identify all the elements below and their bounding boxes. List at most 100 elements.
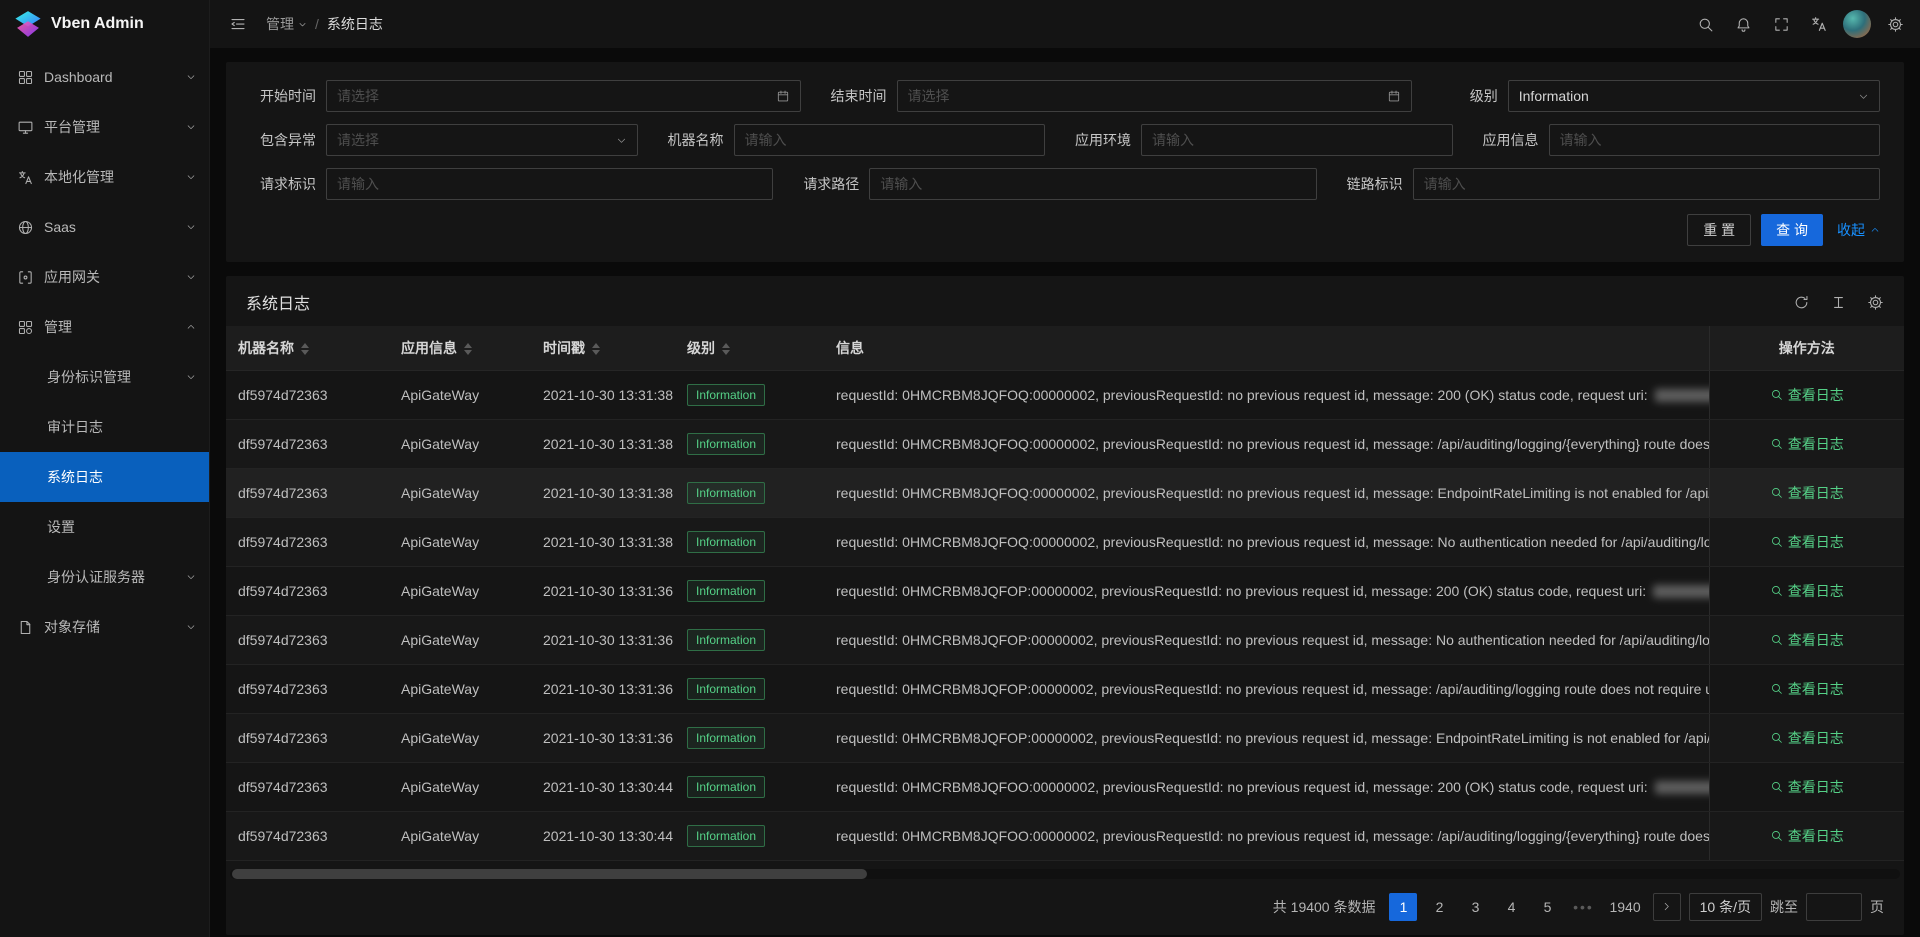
table-row[interactable]: df5974d72363ApiGateWay2021-10-30 13:31:3… <box>226 419 1904 468</box>
collapse-link[interactable]: 收起 <box>1837 220 1880 240</box>
table-row[interactable]: df5974d72363ApiGateWay2021-10-30 13:30:4… <box>226 811 1904 860</box>
page-size-select[interactable]: 10 条/页 <box>1689 893 1762 921</box>
col-timestamp[interactable]: 时间戳 <box>531 326 675 370</box>
search-icon[interactable] <box>1686 0 1724 48</box>
page-button-1[interactable]: 1 <box>1389 893 1417 921</box>
page-ellipsis[interactable]: ••• <box>1569 899 1597 915</box>
bell-icon[interactable] <box>1724 0 1762 48</box>
level-select[interactable]: Information <box>1508 80 1880 112</box>
start-time-picker[interactable] <box>326 80 801 112</box>
app-env-input[interactable] <box>1152 132 1442 148</box>
gateway-icon <box>17 269 34 286</box>
sidebar-item-management[interactable]: 管理 <box>0 302 209 352</box>
trace-id-field[interactable] <box>1413 168 1880 200</box>
refresh-icon[interactable] <box>1793 294 1810 311</box>
sidebar-item-gateway[interactable]: 应用网关 <box>0 252 209 302</box>
level-tag: Information <box>687 776 765 798</box>
col-level[interactable]: 级别 <box>675 326 824 370</box>
chevron-up-icon <box>1870 225 1880 235</box>
sort-icon[interactable] <box>464 343 472 355</box>
page-button-3[interactable]: 3 <box>1461 893 1489 921</box>
translate-icon[interactable] <box>1800 0 1838 48</box>
scrollbar-thumb[interactable] <box>232 869 867 879</box>
app-logo[interactable]: Vben Admin <box>0 0 209 48</box>
machine-name-group: 机器名称 <box>658 124 1066 156</box>
sidebar-item-dashboard[interactable]: Dashboard <box>0 52 209 102</box>
sidebar-menu: Dashboard 平台管理 本地化管理 <box>0 48 209 652</box>
view-log-link[interactable]: 查看日志 <box>1770 777 1844 797</box>
sidebar-item-object-storage[interactable]: 对象存储 <box>0 602 209 652</box>
view-log-link[interactable]: 查看日志 <box>1770 728 1844 748</box>
view-log-link[interactable]: 查看日志 <box>1770 434 1844 454</box>
row-height-icon[interactable] <box>1830 294 1847 311</box>
table-row[interactable]: df5974d72363ApiGateWay2021-10-30 13:31:3… <box>226 370 1904 419</box>
level-select-value: Information <box>1519 88 1589 104</box>
exception-select[interactable]: 请选择 <box>326 124 638 156</box>
fullscreen-icon[interactable] <box>1762 0 1800 48</box>
menu-item-label: 平台管理 <box>44 117 100 137</box>
view-log-link[interactable]: 查看日志 <box>1770 385 1844 405</box>
request-path-input[interactable] <box>880 176 1305 192</box>
page-button-4[interactable]: 4 <box>1497 893 1525 921</box>
trace-id-group: 链路标识 <box>1337 168 1880 200</box>
gear-icon[interactable] <box>1876 0 1914 48</box>
request-path-field[interactable] <box>869 168 1316 200</box>
sidebar-item-platform[interactable]: 平台管理 <box>0 102 209 152</box>
sort-icon[interactable] <box>301 343 309 355</box>
page-button-last[interactable]: 1940 <box>1605 893 1644 921</box>
table-row[interactable]: df5974d72363ApiGateWay2021-10-30 13:31:3… <box>226 615 1904 664</box>
sidebar-item-settings[interactable]: 设置 <box>0 502 209 552</box>
view-log-link[interactable]: 查看日志 <box>1770 826 1844 846</box>
trace-id-input[interactable] <box>1424 176 1869 192</box>
jump-page-input[interactable] <box>1806 893 1862 921</box>
table-row[interactable]: df5974d72363ApiGateWay2021-10-30 13:31:3… <box>226 468 1904 517</box>
sort-icon[interactable] <box>722 343 730 355</box>
sidebar-item-identity-management[interactable]: 身份标识管理 <box>0 352 209 402</box>
breadcrumb-section[interactable]: 管理 <box>266 14 307 34</box>
table-row[interactable]: df5974d72363ApiGateWay2021-10-30 13:31:3… <box>226 566 1904 615</box>
menu-item-label: 身份标识管理 <box>47 367 131 387</box>
page-button-2[interactable]: 2 <box>1425 893 1453 921</box>
search-button[interactable]: 查 询 <box>1761 214 1823 246</box>
view-log-link[interactable]: 查看日志 <box>1770 679 1844 699</box>
horizontal-scrollbar[interactable] <box>230 869 1900 879</box>
table-row[interactable]: df5974d72363ApiGateWay2021-10-30 13:30:4… <box>226 762 1904 811</box>
col-machine-name[interactable]: 机器名称 <box>226 326 389 370</box>
col-app-info[interactable]: 应用信息 <box>389 326 531 370</box>
view-log-link[interactable]: 查看日志 <box>1770 532 1844 552</box>
sidebar-item-localization[interactable]: 本地化管理 <box>0 152 209 202</box>
page-button-5[interactable]: 5 <box>1533 893 1561 921</box>
view-log-link[interactable]: 查看日志 <box>1770 483 1844 503</box>
app-info-input[interactable] <box>1560 132 1870 148</box>
app-info-field[interactable] <box>1549 124 1881 156</box>
column-settings-icon[interactable] <box>1867 294 1884 311</box>
app-env-field[interactable] <box>1141 124 1453 156</box>
start-time-input[interactable] <box>337 88 770 104</box>
breadcrumb-current: 系统日志 <box>327 14 383 34</box>
sort-icon[interactable] <box>592 343 600 355</box>
end-time-input[interactable] <box>908 88 1381 104</box>
sidebar-item-saas[interactable]: Saas <box>0 202 209 252</box>
level-tag: Information <box>687 580 765 602</box>
view-log-link[interactable]: 查看日志 <box>1770 581 1844 601</box>
sidebar-item-system-logs[interactable]: 系统日志 <box>0 452 209 502</box>
sidebar: Vben Admin Dashboard 平台管理 <box>0 0 210 937</box>
sidebar-item-auth-server[interactable]: 身份认证服务器 <box>0 552 209 602</box>
filter-panel: 开始时间 结束时间 级别 Information <box>226 62 1904 262</box>
table-row[interactable]: df5974d72363ApiGateWay2021-10-30 13:31:3… <box>226 713 1904 762</box>
request-id-input[interactable] <box>337 176 762 192</box>
table-row[interactable]: df5974d72363ApiGateWay2021-10-30 13:31:3… <box>226 664 1904 713</box>
table-row[interactable]: df5974d72363ApiGateWay2021-10-30 13:31:3… <box>226 517 1904 566</box>
menu-fold-icon[interactable] <box>224 0 252 48</box>
sidebar-item-audit-logs[interactable]: 审计日志 <box>0 402 209 452</box>
start-time-group: 开始时间 <box>250 80 821 112</box>
view-log-link[interactable]: 查看日志 <box>1770 630 1844 650</box>
end-time-picker[interactable] <box>897 80 1412 112</box>
machine-name-input[interactable] <box>745 132 1035 148</box>
request-id-field[interactable] <box>326 168 773 200</box>
user-avatar[interactable] <box>1838 0 1876 48</box>
chevron-down-icon <box>186 572 196 582</box>
reset-button[interactable]: 重 置 <box>1687 214 1751 246</box>
next-page-button[interactable] <box>1653 893 1681 921</box>
machine-name-field[interactable] <box>734 124 1046 156</box>
